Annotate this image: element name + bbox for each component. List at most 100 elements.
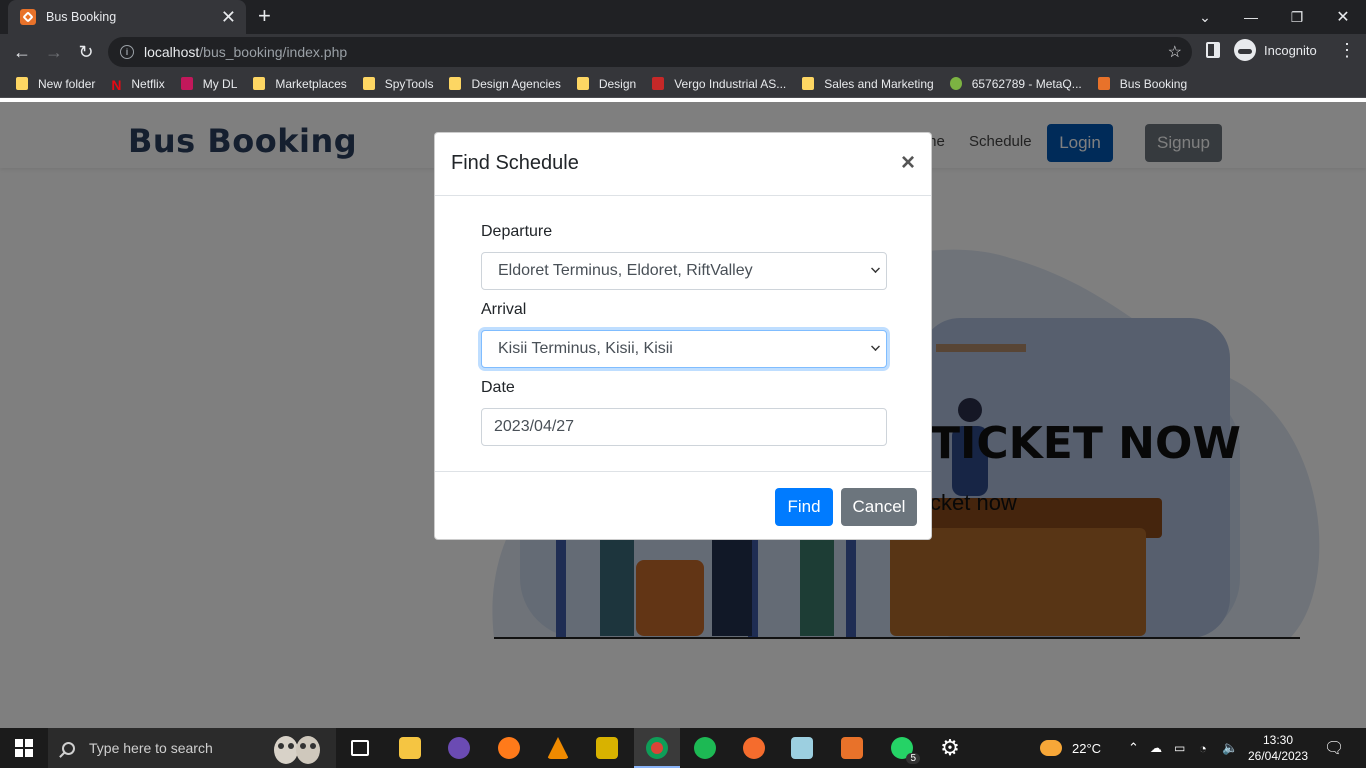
- new-tab-button[interactable]: +: [258, 5, 271, 27]
- chrome-icon[interactable]: [634, 728, 680, 768]
- tab-search-icon[interactable]: ⌄: [1182, 0, 1228, 34]
- bookmark-item[interactable]: New folder: [16, 77, 95, 91]
- cancel-button[interactable]: Cancel: [841, 488, 917, 526]
- bookmark-item[interactable]: SpyTools: [362, 76, 434, 91]
- tab-title: Bus Booking: [46, 10, 117, 24]
- bookmark-label: SpyTools: [384, 76, 434, 91]
- modal-footer: Find Cancel: [435, 471, 931, 541]
- departure-label: Departure: [481, 223, 553, 240]
- bookmark-label: My DL: [202, 76, 238, 91]
- bookmarks-bar: New folder N Netflix My DL Marketplaces SpyTo…: [0, 70, 1366, 98]
- arrival-select[interactable]: Kisii Terminus, Kisii, Kisii: [481, 330, 887, 368]
- taskbar-clock[interactable]: 13:30 26/04/2023: [1244, 732, 1312, 764]
- notes-icon[interactable]: [790, 728, 814, 768]
- tab-close-icon[interactable]: ✕: [221, 8, 236, 26]
- snipping-tool-icon[interactable]: [595, 728, 619, 768]
- bookmark-item[interactable]: Design Agencies: [449, 76, 561, 91]
- task-view-icon[interactable]: [346, 728, 374, 768]
- address-bar[interactable]: i localhost/bus_booking/index.php ☆: [108, 37, 1192, 67]
- notifications-icon[interactable]: 🗨: [1324, 728, 1344, 768]
- bookmark-item[interactable]: Marketplaces: [253, 77, 347, 91]
- bookmark-item[interactable]: My DL: [180, 76, 238, 91]
- browser-tab[interactable]: Bus Booking ✕: [8, 0, 246, 34]
- weather-temp: 22°C: [1072, 740, 1102, 756]
- whatsapp-icon[interactable]: 5: [888, 728, 920, 768]
- search-icon: [62, 741, 75, 755]
- browser-menu-icon[interactable]: ⋮: [1338, 40, 1356, 61]
- clock-time: 13:30: [1262, 733, 1294, 747]
- departure-value: Eldoret Terminus, Eldoret, RiftValley: [498, 262, 753, 279]
- url-host: localhost: [144, 44, 200, 60]
- onedrive-icon[interactable]: ☁: [1150, 728, 1162, 768]
- firefox-icon[interactable]: [497, 728, 521, 768]
- reload-icon[interactable]: ↻: [74, 40, 98, 64]
- bookmark-item[interactable]: 65762789 - MetaQ...: [949, 76, 1082, 91]
- site-info-icon[interactable]: i: [120, 45, 134, 59]
- chevron-down-icon: [871, 342, 880, 351]
- find-schedule-modal: Find Schedule × Departure Eldoret Termin…: [434, 132, 932, 540]
- arrival-label: Arrival: [481, 301, 527, 318]
- bookmark-label: New folder: [38, 76, 96, 91]
- netflix-icon: N: [111, 77, 122, 93]
- modal-title: Find Schedule: [451, 152, 579, 174]
- bookmark-item[interactable]: N Netflix: [111, 76, 165, 94]
- volume-icon[interactable]: 🔈: [1222, 728, 1238, 768]
- bookmark-label: Netflix: [131, 76, 165, 91]
- media-player-icon[interactable]: [447, 728, 471, 768]
- modal-body: Departure Eldoret Terminus, Eldoret, Rif…: [435, 196, 931, 471]
- back-icon[interactable]: ←: [10, 40, 34, 64]
- mydl-icon: [180, 77, 193, 90]
- tray-chevron-up-icon[interactable]: ⌃: [1128, 728, 1139, 768]
- bookmark-label: Design Agencies: [471, 76, 561, 91]
- bookmark-label: Sales and Marketing: [824, 76, 934, 91]
- date-input[interactable]: 2023/04/27: [481, 408, 887, 446]
- settings-gear-icon[interactable]: ⚙: [938, 728, 962, 768]
- find-button[interactable]: Find: [775, 488, 833, 526]
- taskbar-search[interactable]: Type here to search: [48, 728, 336, 768]
- battery-icon[interactable]: ▭: [1174, 728, 1185, 768]
- incognito-indicator[interactable]: Incognito: [1234, 39, 1317, 61]
- bookmark-item[interactable]: Design: [576, 76, 637, 91]
- url-path: /bus_booking/index.php: [199, 44, 348, 60]
- folder-icon: [449, 77, 462, 90]
- departure-select[interactable]: Eldoret Terminus, Eldoret, RiftValley: [481, 252, 887, 290]
- vlc-icon[interactable]: [546, 728, 570, 768]
- browser-tabbar: Bus Booking ✕ + ⌄ — ❐ ✕: [0, 0, 1366, 34]
- bookmark-label: Design: [598, 76, 637, 91]
- search-highlight-owls-icon: [274, 736, 320, 764]
- folder-icon: [362, 77, 375, 90]
- bookmark-item[interactable]: Sales and Marketing: [802, 76, 934, 91]
- whatsapp-badge: 5: [906, 753, 920, 764]
- origin-icon[interactable]: [742, 728, 766, 768]
- bookmark-star-icon[interactable]: ☆: [1168, 42, 1182, 62]
- bookmark-label: Vergo Industrial AS...: [674, 76, 787, 91]
- file-explorer-icon[interactable]: [398, 728, 422, 768]
- wifi-icon[interactable]: ◔: [1199, 728, 1207, 768]
- folder-icon: [253, 77, 266, 90]
- folder-icon: [576, 77, 589, 90]
- weather-icon: [1040, 740, 1062, 756]
- taskbar-search-placeholder: Type here to search: [89, 740, 213, 756]
- restore-icon[interactable]: ❐: [1274, 0, 1320, 34]
- incognito-icon: [1234, 39, 1256, 61]
- modal-close-icon[interactable]: ×: [901, 149, 915, 177]
- date-label: Date: [481, 379, 515, 396]
- incognito-label: Incognito: [1264, 42, 1317, 58]
- windows-start-icon[interactable]: [0, 728, 48, 768]
- forward-icon[interactable]: →: [42, 40, 66, 64]
- vergo-icon: [652, 77, 665, 90]
- metaq-icon: [949, 77, 962, 90]
- bookmark-item[interactable]: Bus Booking: [1097, 77, 1187, 91]
- xampp-taskbar-icon[interactable]: [840, 728, 864, 768]
- bookmark-label: 65762789 - MetaQ...: [971, 76, 1082, 91]
- bookmark-item[interactable]: Vergo Industrial AS...: [652, 77, 786, 91]
- folder-icon: [16, 77, 28, 90]
- side-panel-icon[interactable]: [1206, 42, 1220, 58]
- chevron-down-icon: [871, 264, 880, 273]
- window-close-icon[interactable]: ✕: [1320, 0, 1366, 34]
- modal-header: Find Schedule ×: [435, 133, 931, 196]
- arrival-value: Kisii Terminus, Kisii, Kisii: [498, 340, 673, 357]
- weather-widget[interactable]: 22°C: [1040, 728, 1101, 768]
- spotify-icon[interactable]: [693, 728, 717, 768]
- minimize-icon[interactable]: —: [1228, 0, 1274, 34]
